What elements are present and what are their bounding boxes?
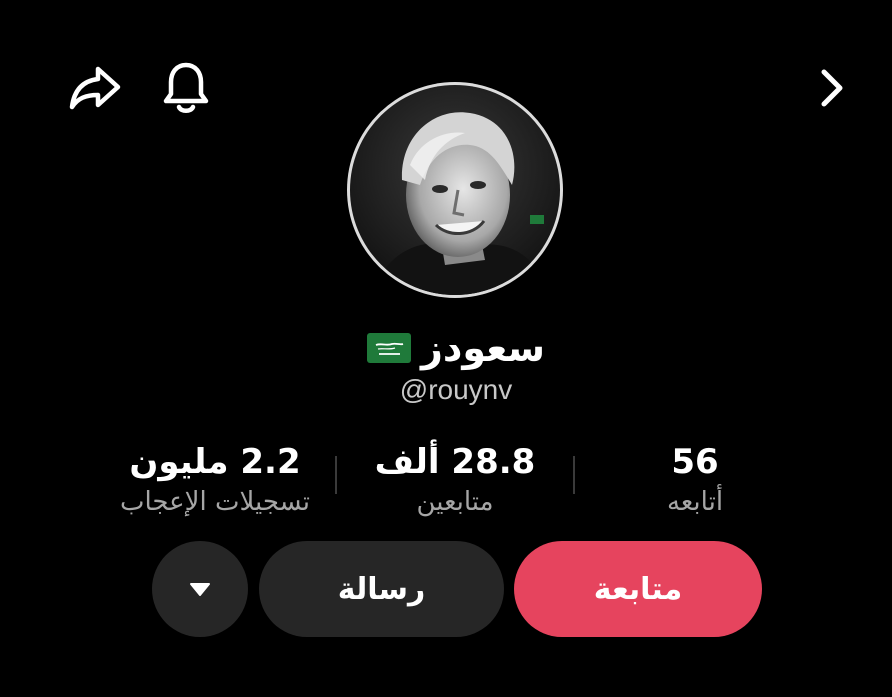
triangle-down-icon [190, 583, 210, 596]
likes-stat[interactable]: 2.2 مليون تسجيلات الإعجاب [90, 440, 340, 520]
likes-count: 2.2 مليون [129, 442, 301, 482]
followers-label: متابعين [416, 487, 494, 517]
share-arrow-icon [69, 66, 121, 110]
followers-stat[interactable]: 28.8 ألف متابعين [360, 440, 550, 520]
saudi-flag-icon [366, 333, 411, 363]
bell-icon [163, 62, 209, 113]
next-button[interactable] [806, 62, 856, 114]
display-name-row: سعودز [346, 322, 566, 374]
followers-count: 28.8 ألف [374, 442, 536, 482]
stat-divider [573, 456, 575, 494]
following-label: أتابعه [666, 487, 724, 517]
likes-label: تسجيلات الإعجاب [119, 487, 311, 517]
avatar-photo [350, 85, 560, 295]
following-count: 56 [671, 442, 719, 482]
chevron-right-icon [821, 69, 843, 107]
notification-bell-button[interactable] [158, 58, 214, 118]
follow-button-label: متابعة [593, 571, 683, 607]
profile-avatar[interactable] [347, 82, 563, 298]
follow-button[interactable]: متابعة [514, 541, 762, 637]
username: @rouynv [399, 374, 513, 405]
message-button-label: رسالة [337, 571, 426, 607]
share-button[interactable] [66, 62, 124, 114]
more-options-button[interactable] [152, 541, 248, 637]
display-name: سعودز [420, 326, 546, 370]
following-stat[interactable]: 56 أتابعه [620, 440, 770, 520]
message-button[interactable]: رسالة [259, 541, 504, 637]
